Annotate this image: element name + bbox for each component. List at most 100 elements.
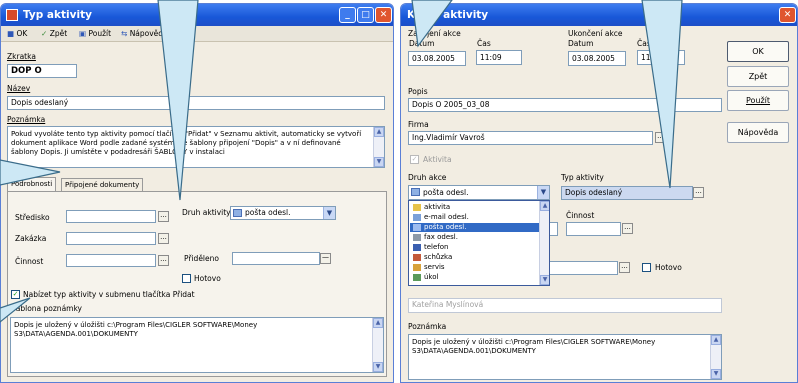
- aktivita-checkbox: ✓: [410, 155, 419, 164]
- zahajeni-label: Zahájení akce: [408, 29, 461, 38]
- meeting-icon: [413, 254, 421, 261]
- zakazka-browse-button[interactable]: ...: [158, 233, 169, 244]
- cinnost-label: Činnost: [566, 211, 595, 220]
- firma-label: Firma: [408, 120, 429, 129]
- list-item[interactable]: telefon: [410, 243, 546, 252]
- tab-pripojene-dokumenty[interactable]: Připojené dokumenty: [61, 178, 144, 191]
- check-icon: ✓: [41, 29, 48, 38]
- apply-button[interactable]: Použít: [727, 90, 789, 111]
- sablona-scrollbar[interactable]: ▲ ▼: [372, 318, 383, 372]
- hotovo-checkbox[interactable]: [642, 263, 651, 272]
- scroll-up-arrow-icon[interactable]: ▲: [711, 335, 721, 345]
- scroll-down-arrow-icon[interactable]: ▼: [711, 369, 721, 379]
- app-icon: [6, 9, 18, 21]
- druh-aktivity-label: Druh aktivity: [182, 208, 231, 217]
- poznamka-scrollbar[interactable]: ▲ ▼: [373, 127, 384, 167]
- list-item[interactable]: e-mail odesl.: [410, 213, 546, 222]
- activity-card-window: Karta aktivity ✕ Zahájení akce Datum Čas…: [400, 3, 798, 383]
- poznamka-text: Pokud vyvoláte tento typ aktivity pomocí…: [11, 130, 362, 156]
- list-item[interactable]: úkol: [410, 273, 546, 282]
- list-item[interactable]: fax odesl.: [410, 233, 546, 242]
- druh-akce-dropdown-list[interactable]: aktivita e-mail odesl. pošta odesl. fax …: [408, 200, 550, 286]
- scroll-down-arrow-icon[interactable]: ▼: [540, 275, 549, 285]
- cas-start-label: Čas: [477, 39, 491, 48]
- prideleno-browse-button[interactable]: ...: [619, 262, 630, 273]
- hotovo-label: Hotovo: [194, 274, 221, 283]
- help-icon: ⇆: [121, 29, 128, 38]
- letter-icon: [411, 188, 420, 196]
- scroll-up-arrow-icon[interactable]: ▲: [373, 318, 383, 328]
- help-button[interactable]: Nápověda: [727, 122, 789, 143]
- start-time-field[interactable]: 11:09: [476, 50, 522, 65]
- cinnost-browse-button[interactable]: ...: [158, 255, 169, 266]
- poznamka-scrollbar[interactable]: ▲ ▼: [710, 335, 721, 379]
- datum-end-label: Datum: [568, 39, 594, 48]
- start-date-field[interactable]: 03.08.2005: [408, 51, 466, 66]
- end-time-field[interactable]: 11:09: [637, 50, 685, 65]
- maximize-button[interactable]: □: [357, 7, 374, 23]
- poznamka-textarea[interactable]: Dopis je uložený v úložišti c:\Program F…: [408, 334, 722, 380]
- scroll-up-arrow-icon[interactable]: ▲: [540, 201, 549, 211]
- list-item[interactable]: servis: [410, 263, 546, 272]
- typ-aktivity-browse-button[interactable]: ...: [693, 187, 704, 198]
- nabizet-checkbox[interactable]: ✓: [11, 290, 20, 299]
- apply-toolbar-button[interactable]: ▣ Použít: [79, 26, 111, 42]
- end-date-field[interactable]: 03.08.2005: [568, 51, 626, 66]
- datum-start-label: Datum: [409, 39, 435, 48]
- help-toolbar-button[interactable]: ⇆ Nápověda: [121, 26, 168, 42]
- hotovo-label: Hotovo: [655, 263, 682, 272]
- cinnost-field[interactable]: [66, 254, 156, 267]
- prideleno-field[interactable]: [232, 252, 320, 265]
- stredisko-field[interactable]: [66, 210, 156, 223]
- list-item[interactable]: aktivita: [410, 203, 546, 212]
- minimize-button[interactable]: _: [339, 7, 356, 23]
- prideleno-field[interactable]: [546, 261, 618, 275]
- firma-field[interactable]: Ing.Vladimír Vavroš: [408, 131, 653, 145]
- window-titlebar[interactable]: Karta aktivity ✕: [401, 4, 797, 26]
- poznamka-label: Poznámka: [408, 322, 447, 331]
- prideleno-browse-button[interactable]: —: [320, 253, 331, 264]
- cinnost-browse-button[interactable]: ...: [622, 223, 633, 234]
- zakazka-field[interactable]: [66, 232, 156, 245]
- druh-aktivity-select[interactable]: pošta odesl. ▼: [230, 206, 336, 220]
- back-button[interactable]: Zpět: [727, 66, 789, 87]
- tab-podrobnosti[interactable]: Podrobnosti: [7, 177, 57, 191]
- window-title: Karta aktivity: [407, 9, 489, 21]
- poznamka-text: Dopis je uložený v úložišti c:\Program F…: [412, 338, 656, 355]
- cinnost-field[interactable]: [566, 222, 621, 236]
- window-titlebar[interactable]: Typ aktivity _ □ ✕: [1, 4, 393, 26]
- druh-akce-select[interactable]: pošta odesl. ▼: [408, 185, 550, 200]
- scroll-down-arrow-icon[interactable]: ▼: [373, 362, 383, 372]
- druh-akce-label: Druh akce: [408, 173, 447, 182]
- dropdown-scrollbar[interactable]: ▲ ▼: [539, 201, 549, 285]
- sablona-textarea[interactable]: Dopis je uložený v úložišti c:\Program F…: [10, 317, 384, 373]
- list-item[interactable]: pošta odesl.: [410, 223, 546, 232]
- activity-icon: [413, 204, 421, 211]
- scroll-down-arrow-icon[interactable]: ▼: [374, 157, 384, 167]
- ok-button[interactable]: OK: [727, 41, 789, 62]
- popis-field[interactable]: Dopis O 2005_03_08: [408, 98, 722, 112]
- scroll-up-arrow-icon[interactable]: ▲: [374, 127, 384, 137]
- back-toolbar-button[interactable]: ✓ Zpět: [41, 26, 67, 42]
- ok-toolbar-button[interactable]: ■ OK: [7, 26, 27, 42]
- service-icon: [413, 264, 421, 271]
- zkratka-field[interactable]: DOP O: [7, 64, 77, 78]
- typ-aktivity-field[interactable]: Dopis odeslaný: [561, 186, 693, 200]
- nazev-field[interactable]: Dopis odeslaný: [7, 96, 385, 110]
- stredisko-browse-button[interactable]: ...: [158, 211, 169, 222]
- chevron-down-icon[interactable]: ▼: [323, 207, 335, 219]
- close-button[interactable]: ✕: [375, 7, 392, 23]
- letter-icon: [233, 209, 242, 217]
- firma-browse-button[interactable]: ...: [655, 132, 666, 143]
- close-button[interactable]: ✕: [779, 7, 796, 23]
- apply-icon: ▣: [79, 29, 87, 38]
- chevron-down-icon[interactable]: ▼: [537, 186, 549, 199]
- poznamka-textarea[interactable]: Pokud vyvoláte tento typ aktivity pomocí…: [7, 126, 385, 168]
- hotovo-checkbox[interactable]: [182, 274, 191, 283]
- email-icon: [413, 214, 421, 221]
- list-item[interactable]: schůzka: [410, 253, 546, 262]
- toolbar: ■ OK ✓ Zpět ▣ Použít ⇆ Nápověda: [1, 26, 393, 42]
- sablona-label: Šablona poznámky: [11, 304, 82, 313]
- aktivita-label: Aktivita: [423, 155, 452, 164]
- zkratka-label: Zkratka: [7, 52, 36, 61]
